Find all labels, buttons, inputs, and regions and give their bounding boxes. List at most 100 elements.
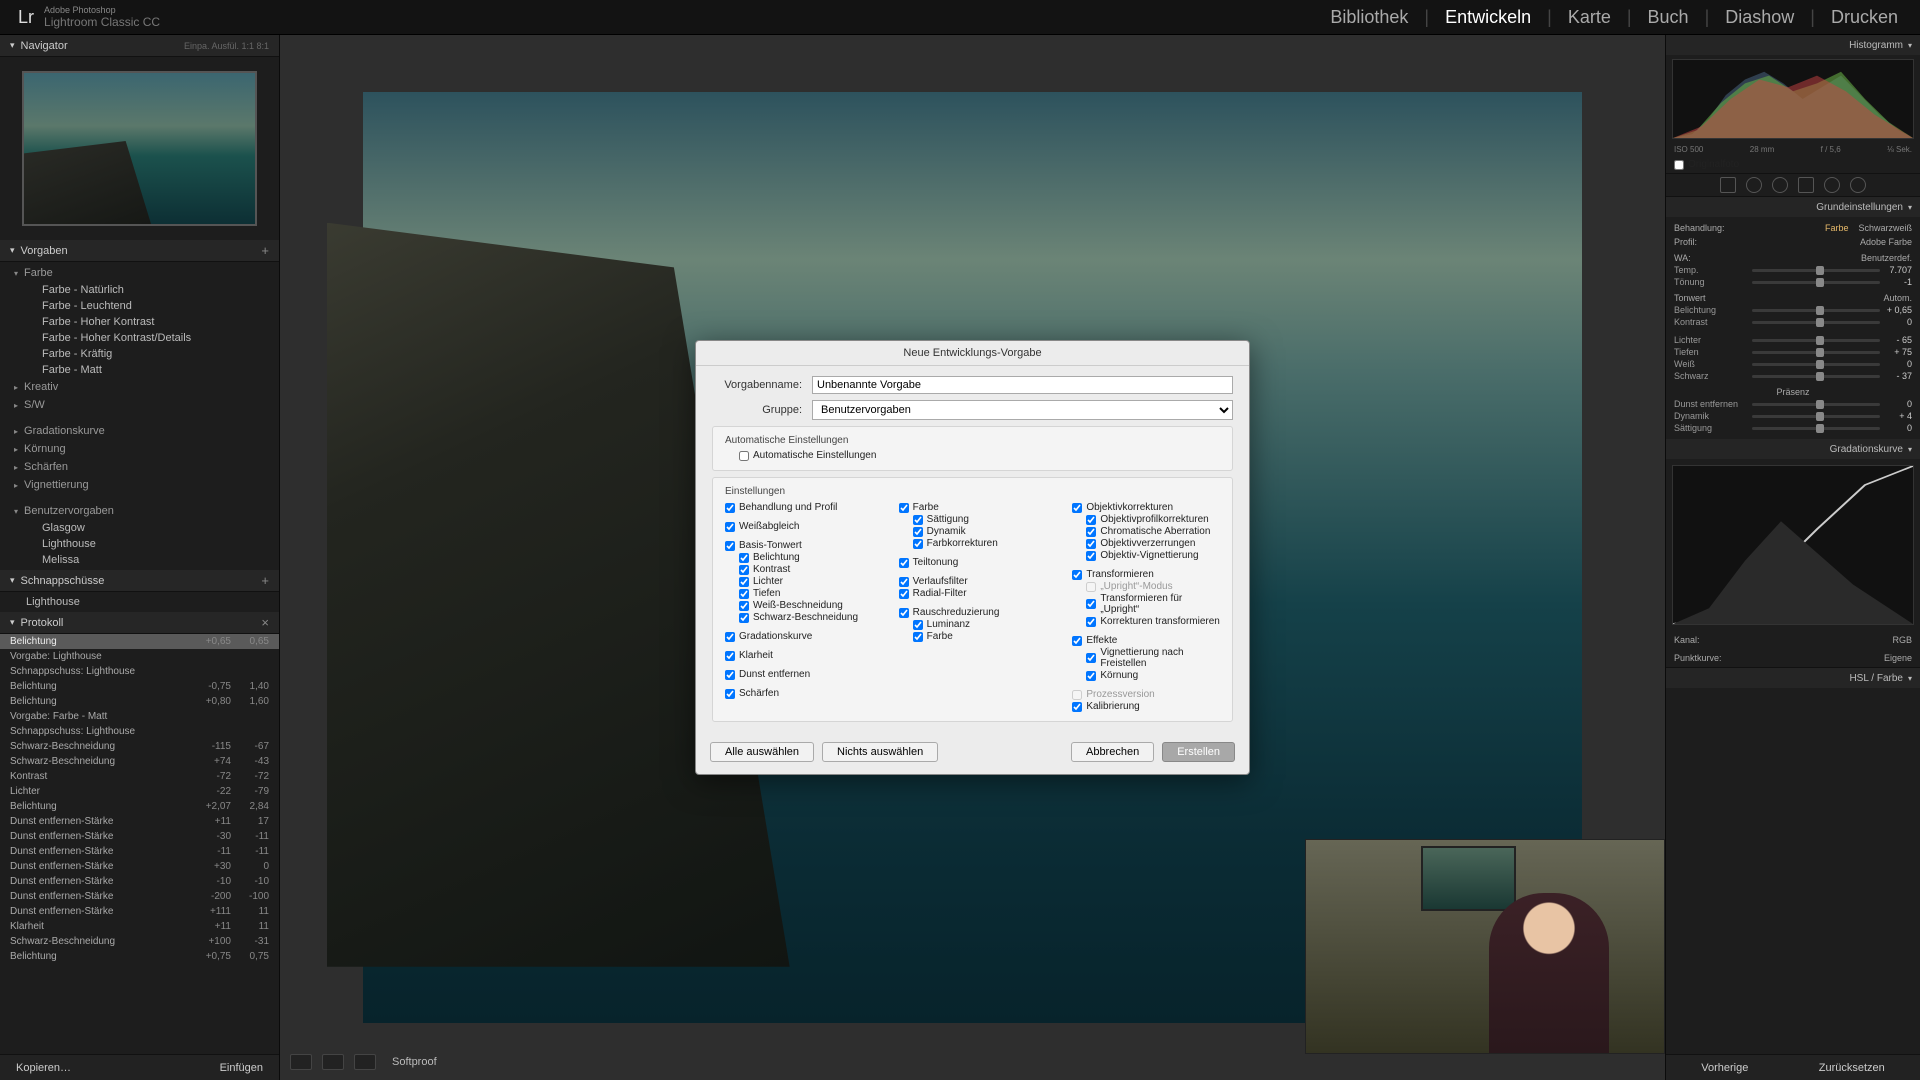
snapshot-item[interactable]: Lighthouse [0,594,279,610]
preset-item[interactable]: Melissa [0,552,279,568]
setting-checkbox[interactable]: Belichtung [739,552,873,563]
history-row[interactable]: Belichtung+0,750,75 [0,949,279,964]
brush-tool-icon[interactable] [1850,177,1866,193]
navigator-header[interactable]: ▾ Navigator Einpa. Ausfül. 1:1 8:1 [0,35,279,57]
setting-checkbox[interactable]: Kontrast [739,564,873,575]
setting-checkbox[interactable]: Farbe [899,502,1047,513]
setting-checkbox[interactable]: Objektivkorrekturen [1072,502,1220,513]
preset-group[interactable]: Benutzervorgaben [0,502,279,520]
slider-Belichtung[interactable]: Belichtung+ 0,65 [1674,305,1912,315]
preset-item[interactable]: Farbe - Leuchtend [0,298,279,314]
preset-item[interactable]: Glasgow [0,520,279,536]
module-buch[interactable]: Buch [1644,7,1693,28]
preset-group[interactable]: Gradationskurve [0,422,279,440]
preset-item[interactable]: Farbe - Kräftig [0,346,279,362]
history-row[interactable]: Schnappschuss: Lighthouse [0,664,279,679]
paste-button[interactable]: Einfügen [220,1062,263,1074]
history-row[interactable]: Dunst entfernen-Stärke-10-10 [0,874,279,889]
preset-item[interactable]: Lighthouse [0,536,279,552]
history-row[interactable]: Dunst entfernen-Stärke+11111 [0,904,279,919]
setting-checkbox[interactable]: Schärfen [725,688,873,699]
snapshots-header[interactable]: ▾ Schnappschüsse + [0,570,279,592]
cancel-button[interactable]: Abbrechen [1071,742,1154,762]
setting-checkbox[interactable]: Transformieren für „Upright“ [1086,593,1220,615]
select-none-button[interactable]: Nichts auswählen [822,742,938,762]
setting-checkbox[interactable]: Chromatische Aberration [1086,526,1220,537]
setting-checkbox[interactable]: Weißabgleich [725,521,873,532]
history-row[interactable]: Dunst entfernen-Stärke+1117 [0,814,279,829]
module-entwickeln[interactable]: Entwickeln [1441,7,1535,28]
module-diashow[interactable]: Diashow [1721,7,1798,28]
setting-checkbox[interactable]: Objektivprofilkorrekturen [1086,514,1220,525]
setting-checkbox[interactable]: Farbkorrekturen [913,538,1047,549]
history-row[interactable]: Dunst entfernen-Stärke-11-11 [0,844,279,859]
setting-checkbox[interactable]: Tiefen [739,588,873,599]
history-row[interactable]: Schwarz-Beschneidung+74-43 [0,754,279,769]
radial-tool-icon[interactable] [1824,177,1840,193]
slider-Tönung[interactable]: Tönung-1 [1674,277,1912,287]
setting-checkbox[interactable]: Objektiv-Vignettierung [1086,550,1220,561]
setting-checkbox[interactable]: Luminanz [913,619,1047,630]
setting-checkbox[interactable]: Körnung [1086,670,1220,681]
preset-item[interactable]: Farbe - Matt [0,362,279,378]
setting-checkbox[interactable]: Teiltonung [899,557,1047,568]
preset-group[interactable]: S/W [0,396,279,414]
history-row[interactable]: Dunst entfernen-Stärke-200-100 [0,889,279,904]
setting-checkbox[interactable]: Behandlung und Profil [725,502,873,513]
slider-Tiefen[interactable]: Tiefen+ 75 [1674,347,1912,357]
histogram[interactable] [1672,59,1914,139]
history-row[interactable]: Schnappschuss: Lighthouse [0,724,279,739]
history-row[interactable]: Belichtung+0,650,65 [0,634,279,649]
module-bibliothek[interactable]: Bibliothek [1326,7,1412,28]
select-all-button[interactable]: Alle auswählen [710,742,814,762]
setting-checkbox[interactable]: Lichter [739,576,873,587]
setting-checkbox[interactable]: Korrekturen transformieren [1086,616,1220,627]
history-row[interactable]: Schwarz-Beschneidung-115-67 [0,739,279,754]
setting-checkbox[interactable]: Kalibrierung [1072,701,1220,712]
setting-checkbox[interactable]: Dunst entfernen [725,669,873,680]
presets-header[interactable]: ▾ Vorgaben + [0,240,279,262]
preset-group[interactable]: Farbe [0,264,279,282]
gradient-tool-icon[interactable] [1798,177,1814,193]
create-button[interactable]: Erstellen [1162,742,1235,762]
setting-checkbox[interactable]: Transformieren [1072,569,1220,580]
spot-tool-icon[interactable] [1746,177,1762,193]
setting-checkbox[interactable]: Vignettierung nach Freistellen [1086,647,1220,669]
history-row[interactable]: Belichtung+2,072,84 [0,799,279,814]
history-row[interactable]: Vorgabe: Farbe - Matt [0,709,279,724]
setting-checkbox[interactable]: Basis-Tonwert [725,540,873,551]
previous-button[interactable]: Vorherige [1701,1062,1748,1074]
slider-Kontrast[interactable]: Kontrast0 [1674,317,1912,327]
navigator-thumbnail[interactable] [22,71,257,226]
setting-checkbox[interactable]: Effekte [1072,635,1220,646]
preset-name-input[interactable] [812,376,1233,394]
slider-Weiß[interactable]: Weiß0 [1674,359,1912,369]
preset-item[interactable]: Farbe - Hoher Kontrast [0,314,279,330]
history-row[interactable]: Belichtung-0,751,40 [0,679,279,694]
slider-Sättigung[interactable]: Sättigung0 [1674,423,1912,433]
history-row[interactable]: Dunst entfernen-Stärke-30-11 [0,829,279,844]
history-row[interactable]: Kontrast-72-72 [0,769,279,784]
setting-checkbox[interactable]: Weiß-Beschneidung [739,600,873,611]
tone-curve[interactable] [1672,465,1914,625]
module-drucken[interactable]: Drucken [1827,7,1902,28]
history-row[interactable]: Klarheit+1111 [0,919,279,934]
setting-checkbox[interactable]: Verlaufsfilter [899,576,1047,587]
slider-Lichter[interactable]: Lichter- 65 [1674,335,1912,345]
slider-Dunst entfernen[interactable]: Dunst entfernen0 [1674,399,1912,409]
setting-checkbox[interactable]: Klarheit [725,650,873,661]
plus-icon[interactable]: + [261,573,269,588]
setting-checkbox[interactable]: Objektivverzerrungen [1086,538,1220,549]
setting-checkbox[interactable]: Dynamik [913,526,1047,537]
preset-group[interactable]: Kreativ [0,378,279,396]
preset-group[interactable]: Vignettierung [0,476,279,494]
history-header[interactable]: ▾ Protokoll × [0,612,279,634]
setting-checkbox[interactable]: Schwarz-Beschneidung [739,612,873,623]
setting-checkbox[interactable]: Gradationskurve [725,631,873,642]
module-karte[interactable]: Karte [1564,7,1615,28]
slider-Temp.[interactable]: Temp.7.707 [1674,265,1912,275]
copy-button[interactable]: Kopieren… [16,1062,71,1074]
setting-checkbox[interactable]: Farbe [913,631,1047,642]
slider-Schwarz[interactable]: Schwarz- 37 [1674,371,1912,381]
preset-group[interactable]: Körnung [0,440,279,458]
